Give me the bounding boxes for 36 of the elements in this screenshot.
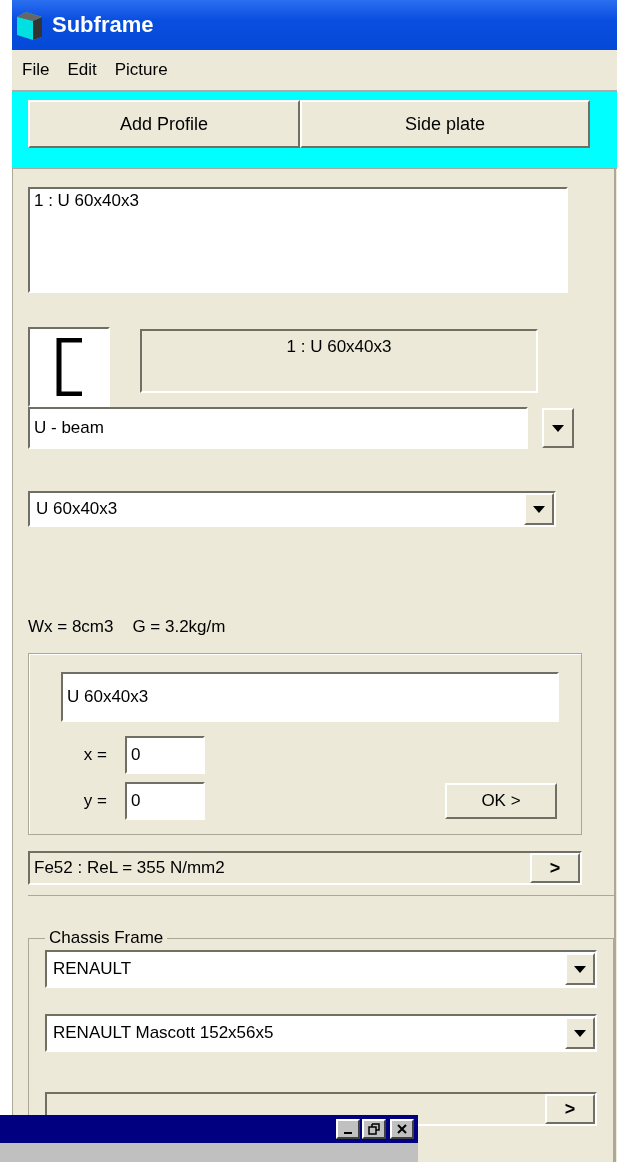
name-field[interactable]: U 60x40x3 bbox=[61, 672, 559, 722]
menu-item[interactable]: Picture bbox=[114, 60, 168, 80]
close-icon bbox=[397, 1124, 407, 1134]
restore-icon bbox=[368, 1123, 380, 1135]
profile-properties: Wx = 8cm3 G = 3.2kg/m bbox=[28, 617, 227, 637]
next-button[interactable]: > bbox=[530, 853, 580, 883]
x-field[interactable]: 0 bbox=[125, 736, 205, 774]
y-label: y = bbox=[82, 791, 107, 811]
menu-item[interactable]: Edit bbox=[67, 60, 97, 80]
material-text: Fe52 : ReL = 355 N/mm2 bbox=[34, 858, 225, 878]
toolbar-button[interactable]: Add Profile bbox=[28, 100, 300, 148]
ok-button[interactable]: OK > bbox=[445, 783, 557, 819]
group-legend: Chassis Frame bbox=[45, 928, 168, 948]
toolbar-button[interactable]: Side plate bbox=[300, 100, 590, 148]
x-label: x = bbox=[82, 745, 107, 765]
restore-button[interactable] bbox=[362, 1119, 386, 1139]
minimize-button[interactable] bbox=[336, 1119, 360, 1139]
profile-list[interactable]: 1 : U 60x40x3 bbox=[28, 187, 568, 293]
list-item[interactable]: 1 : U 60x40x3 bbox=[34, 191, 562, 211]
profile-type-field[interactable]: U - beam bbox=[28, 407, 528, 449]
next-button[interactable]: > bbox=[545, 1094, 595, 1124]
model-dropdown[interactable]: RENAULT Mascott 152x56x5 bbox=[45, 1014, 597, 1052]
u-channel-icon bbox=[56, 338, 82, 396]
window-title: Subframe bbox=[52, 12, 154, 38]
dropdown-button[interactable] bbox=[542, 408, 574, 448]
dropdown-arrow-icon bbox=[574, 965, 586, 973]
minimize-icon bbox=[344, 1132, 352, 1134]
make-dropdown[interactable]: RENAULT bbox=[45, 950, 597, 988]
profile-size-dropdown[interactable]: U 60x40x3 bbox=[28, 491, 556, 527]
y-field[interactable]: 0 bbox=[125, 782, 205, 820]
menu-item[interactable]: File bbox=[22, 60, 50, 80]
dropdown-arrow-icon bbox=[533, 505, 545, 513]
close-button[interactable] bbox=[390, 1119, 414, 1139]
dropdown-arrow-icon bbox=[552, 424, 564, 432]
profile-caption: 1 : U 60x40x3 bbox=[140, 329, 538, 393]
dropdown-arrow-icon bbox=[574, 1029, 586, 1037]
